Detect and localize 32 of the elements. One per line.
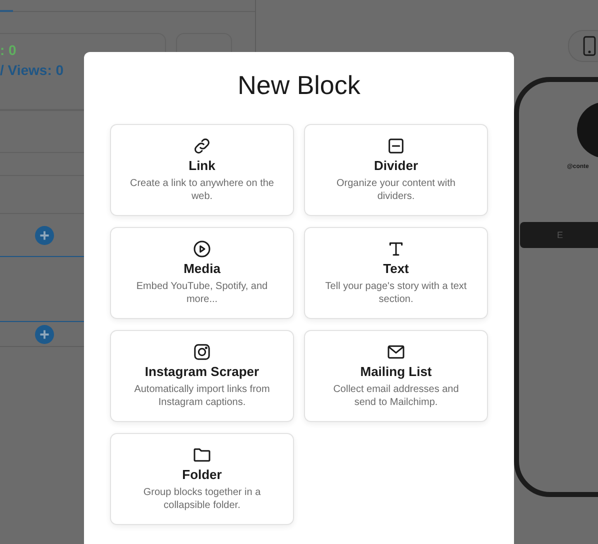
block-description: Group blocks together in a collapsible folder. bbox=[142, 486, 262, 512]
add-icon[interactable] bbox=[35, 226, 54, 244]
play-icon bbox=[192, 239, 212, 259]
link-icon bbox=[192, 136, 212, 156]
block-title: Mailing List bbox=[360, 364, 432, 379]
block-option-card[interactable]: Media Embed YouTube, Spotify, and more... bbox=[110, 227, 294, 319]
minus-square-icon bbox=[386, 136, 406, 156]
block-title: Link bbox=[188, 158, 216, 173]
views-count: / Views: 0 bbox=[0, 62, 64, 78]
block-option-card[interactable]: Link Create a link to anywhere on the web. bbox=[110, 124, 294, 216]
block-option-card[interactable]: Text Tell your page's story with a text section. bbox=[304, 227, 488, 319]
block-option-card[interactable]: Divider Organize your content with dividers. bbox=[304, 124, 488, 216]
block-title: Folder bbox=[182, 467, 222, 482]
clicks-count: : 0 bbox=[0, 42, 16, 58]
dialog-title: New Block bbox=[236, 70, 362, 101]
block-option-card[interactable]: Mailing List Collect email addresses and send to Mailchimp. bbox=[304, 330, 488, 422]
block-description: Tell your page's story with a text section. bbox=[324, 280, 468, 306]
block-description: Organize your content with dividers. bbox=[336, 177, 456, 203]
block-option-card[interactable]: Folder Group blocks together in a collapsible folder. bbox=[110, 433, 294, 525]
block-description: Create a link to anywhere on the web. bbox=[129, 177, 275, 203]
block-description: Automatically import links from Instagram captions. bbox=[133, 383, 271, 409]
block-title: Media bbox=[184, 261, 220, 276]
phone-icon bbox=[582, 36, 596, 56]
device-toggle[interactable] bbox=[568, 30, 598, 62]
block-description: Collect email addresses and send to Mailchimp. bbox=[332, 383, 460, 409]
block-title: Text bbox=[383, 261, 409, 276]
block-title: Divider bbox=[374, 158, 418, 173]
block-description: Embed YouTube, Spotify, and more... bbox=[135, 280, 269, 306]
camera-icon bbox=[192, 342, 212, 362]
block-title: Instagram Scraper bbox=[144, 364, 260, 379]
block-option-card[interactable]: Instagram Scraper Automatically import links from Instagram captions. bbox=[110, 330, 294, 422]
add-icon[interactable] bbox=[35, 324, 54, 344]
